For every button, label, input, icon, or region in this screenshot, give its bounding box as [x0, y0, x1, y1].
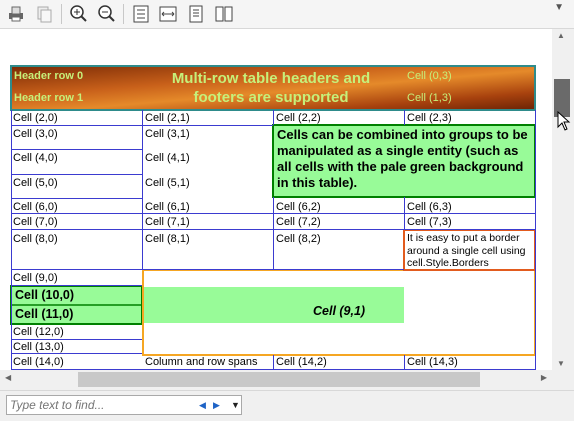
- scroll-up-icon[interactable]: ▲: [557, 31, 565, 40]
- fit-page-icon[interactable]: [130, 3, 152, 25]
- table-cell: Cell (12,0): [13, 326, 64, 338]
- table-cell: Cell (4,1): [145, 152, 190, 164]
- grid-line: [11, 285, 142, 286]
- table-cell: Cell (11,0): [15, 307, 74, 321]
- table-cell: Cell (8,0): [13, 233, 58, 245]
- toolbar: ▼: [0, 0, 574, 29]
- print-icon[interactable]: [5, 3, 27, 25]
- horizontal-scrollbar[interactable]: ◀ ▶: [0, 370, 552, 389]
- table-cell: Cell (13,0): [13, 341, 64, 353]
- table-cell: Cell (6,0): [13, 201, 58, 213]
- single-page-icon[interactable]: [185, 3, 207, 25]
- table-cell: Cell (7,2): [276, 216, 321, 228]
- scroll-corner: [552, 370, 574, 389]
- border-note: It is easy to put a border around a sing…: [407, 232, 526, 269]
- two-page-icon[interactable]: [213, 3, 235, 25]
- table-cell: Cell (7,0): [13, 216, 58, 228]
- table-cell: Cell (10,0): [15, 288, 75, 302]
- zoom-out-icon[interactable]: [96, 3, 118, 25]
- table-cell: Cell (2,2): [276, 112, 321, 124]
- document-viewport[interactable]: Header row 0 Header row 1 Multi-row tabl…: [0, 29, 552, 370]
- table-cell: Cell (14,3): [407, 356, 458, 368]
- table-cell: Cell (2,3): [407, 112, 452, 124]
- find-next-icon[interactable]: ▶: [213, 400, 220, 411]
- table-cell: Cell (2,0): [13, 112, 58, 124]
- grid-line: [11, 269, 404, 270]
- grid-line: [11, 149, 142, 150]
- zoom-in-icon[interactable]: [68, 3, 90, 25]
- copy-icon[interactable]: [33, 3, 55, 25]
- scroll-right-icon[interactable]: ▶: [541, 373, 547, 382]
- merged-cell-text: Cell (9,1): [313, 304, 366, 318]
- mouse-cursor-icon: [557, 111, 571, 131]
- scroll-down-icon[interactable]: ▼: [557, 359, 565, 368]
- fit-width-icon[interactable]: [157, 3, 179, 25]
- table-cell: Cell (6,3): [407, 201, 452, 213]
- table-cell: Cell (4,0): [13, 152, 58, 164]
- table-cell: Cell (6,2): [276, 201, 321, 213]
- grid-line: [11, 198, 142, 199]
- table-cell: Cell (9,0): [13, 272, 58, 284]
- vertical-scrollbar[interactable]: ▲ ▼: [552, 29, 572, 370]
- find-box: ◀ ▶ ▼: [6, 395, 242, 415]
- table-cell: Cell (8,2): [276, 233, 321, 245]
- toolbar-overflow-icon[interactable]: ▼: [554, 2, 564, 13]
- table-cell: Cell (5,1): [145, 177, 190, 189]
- table-cell: Cell (7,3): [407, 216, 452, 228]
- header-title: Multi-row table headers and footers are …: [171, 70, 371, 106]
- find-bar: ◀ ▶ ▼: [0, 390, 574, 421]
- grid-line: [11, 174, 142, 175]
- grid-line: [535, 110, 536, 370]
- find-options-dropdown-icon[interactable]: ▼: [231, 400, 240, 410]
- table-cell: Cell (8,1): [145, 233, 190, 245]
- table-cell: Cell (5,0): [13, 177, 58, 189]
- header-cell-1-3: Cell (1,3): [407, 92, 452, 104]
- table-cell: Cell (6,1): [145, 201, 190, 213]
- header-row-0: Header row 0: [14, 70, 84, 82]
- find-previous-icon[interactable]: ◀: [199, 400, 206, 411]
- scroll-left-icon[interactable]: ◀: [5, 373, 11, 382]
- table-cell: Cell (14,2): [276, 356, 327, 368]
- table-cell: Cell (7,1): [145, 216, 190, 228]
- table-cell: Cell (2,1): [145, 112, 190, 124]
- header-row-1: Header row 1: [14, 92, 84, 104]
- header-cell-0-3: Cell (0,3): [407, 70, 452, 82]
- span-note: Column and row spans: [145, 356, 258, 368]
- table-cell: Cell (3,1): [145, 128, 190, 140]
- group-note: Cells can be combined into groups to be …: [277, 127, 528, 190]
- horizontal-scroll-thumb[interactable]: [78, 372, 480, 387]
- table-cell: Cell (14,0): [13, 356, 64, 368]
- table-cell: Cell (3,0): [13, 128, 58, 140]
- find-input[interactable]: [10, 398, 190, 412]
